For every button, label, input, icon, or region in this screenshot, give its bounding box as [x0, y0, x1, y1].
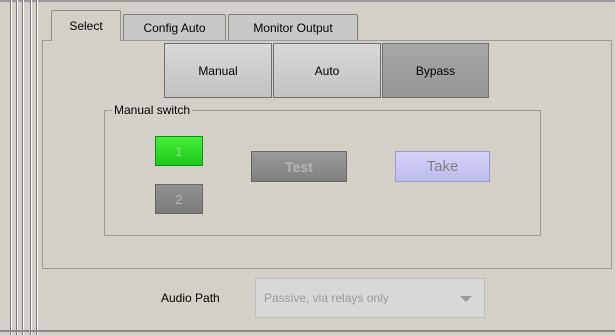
manual-mode-button[interactable]: Manual — [164, 43, 272, 98]
frame-rail — [22, 0, 24, 335]
audio-path-label: Audio Path — [161, 291, 220, 305]
tab-monitor-output[interactable]: Monitor Output — [228, 14, 358, 40]
top-border — [0, 0, 615, 2]
manual-switch-title: Manual switch — [112, 103, 193, 117]
frame-rail — [16, 0, 18, 335]
input-1-button[interactable]: 1 — [155, 136, 203, 166]
tab-config-auto[interactable]: Config Auto — [123, 14, 226, 40]
bypass-mode-button[interactable]: Bypass — [382, 43, 489, 98]
left-frame-rails — [0, 0, 40, 335]
test-button[interactable]: Test — [251, 151, 347, 182]
auto-mode-button[interactable]: Auto — [273, 43, 381, 98]
tab-select[interactable]: Select — [51, 10, 121, 41]
take-button[interactable]: Take — [395, 151, 490, 182]
audio-path-select[interactable]: Passive, via relays only — [255, 278, 485, 318]
audio-path-value: Passive, via relays only — [264, 291, 389, 305]
frame-rail — [36, 0, 38, 335]
frame-rail — [30, 0, 32, 335]
input-2-button[interactable]: 2 — [155, 184, 203, 214]
chevron-down-icon — [460, 296, 472, 302]
bottom-border — [0, 330, 615, 332]
frame-rail — [10, 0, 12, 335]
